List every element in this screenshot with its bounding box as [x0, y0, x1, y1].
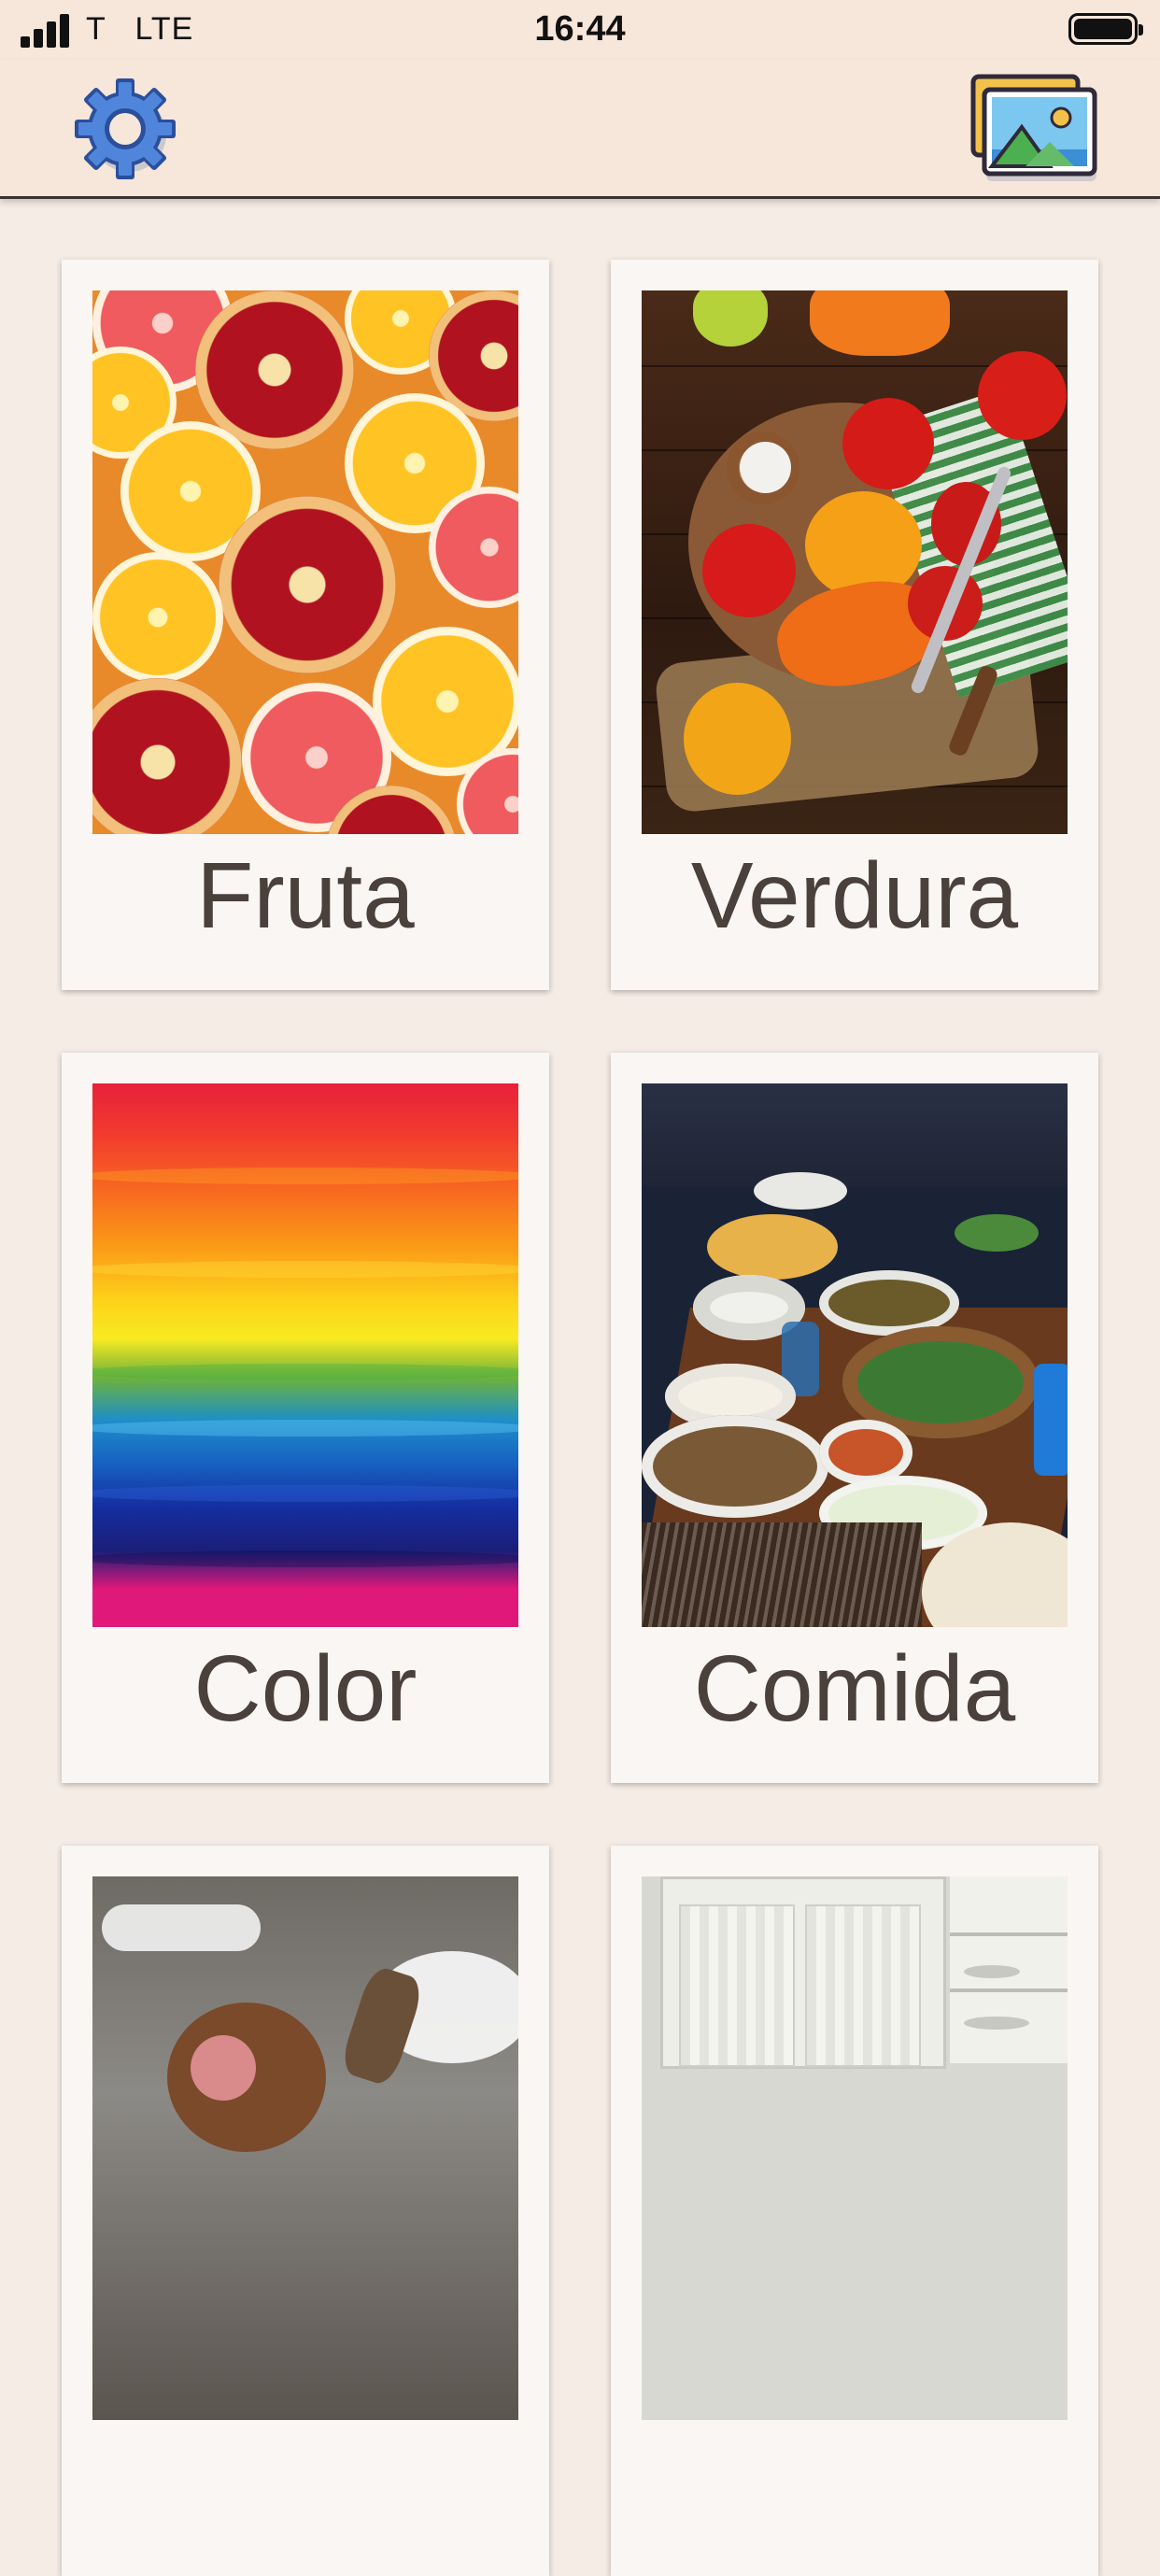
category-label: Color — [193, 1636, 417, 1741]
category-label: Comida — [693, 1636, 1016, 1741]
rainbow-paint-photo — [92, 1083, 518, 1627]
category-card-home[interactable] — [611, 1846, 1098, 2576]
status-bar: T LTE 16:44 — [0, 0, 1160, 60]
gallery-button[interactable] — [969, 73, 1100, 189]
top-bar — [0, 60, 1160, 199]
settings-button[interactable] — [73, 77, 181, 185]
category-card-fruta[interactable]: Fruta — [62, 260, 549, 990]
category-card-comida[interactable]: Comida — [611, 1053, 1098, 1783]
photo-gallery-icon — [970, 74, 1097, 181]
category-card-color[interactable]: Color — [62, 1053, 549, 1783]
food-buffet-photo — [642, 1083, 1068, 1627]
kitchen-cabinet-photo — [642, 1876, 1068, 2420]
category-label: Fruta — [196, 843, 415, 948]
vegetables-photo — [642, 290, 1068, 834]
category-card-animal[interactable] — [62, 1846, 549, 2576]
gear-icon — [75, 78, 176, 179]
monkey-photo — [92, 1876, 518, 2420]
category-label: Verdura — [690, 843, 1019, 948]
fruit-photo — [92, 290, 518, 834]
battery-icon — [1068, 13, 1143, 45]
status-time: 16:44 — [534, 9, 626, 49]
category-card-verdura[interactable]: Verdura — [611, 260, 1098, 990]
